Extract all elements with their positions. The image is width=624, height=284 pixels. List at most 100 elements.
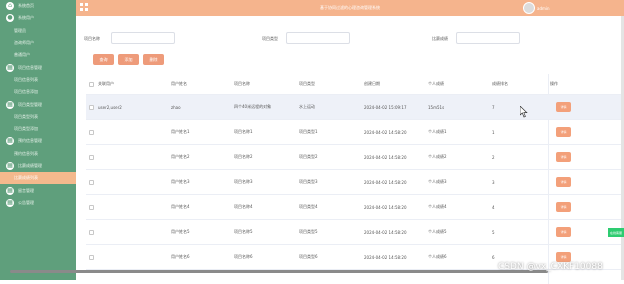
column-header: 关联用户: [98, 81, 114, 86]
score-label: 比赛成绩: [432, 36, 448, 41]
table-cell: 2024-04-02 14:58:20: [364, 154, 407, 160]
row-checkbox[interactable]: [89, 255, 94, 260]
floating-chat-button[interactable]: 在线客服: [608, 228, 624, 237]
detail-button[interactable]: 详情: [556, 127, 571, 137]
grid-icon: ▦: [6, 137, 14, 146]
row-checkbox[interactable]: [89, 155, 94, 160]
main-content: 项目名称 项目类型 比赛成绩 查询 添加 删除 关联用户 用户姓名 项目名称 项目类型…: [76, 16, 624, 284]
sidebar-item[interactable]: 项目类型列表: [0, 111, 76, 123]
column-header: 用户姓名: [171, 81, 187, 86]
project-name-input[interactable]: [111, 32, 175, 44]
user-icon: ●: [6, 14, 14, 23]
sidebar-item-label: 管理员: [14, 27, 26, 33]
column-header: 成绩排名: [492, 81, 508, 86]
table-cell: 项目名称2: [234, 154, 253, 159]
table-cell: 15m51s: [428, 104, 445, 110]
table-row[interactable]: 用户姓名3 项目名称3 项目类型3 2024-04-02 14:58:20 个人成绩3 3…: [86, 170, 624, 195]
column-header: 项目名称: [234, 81, 250, 86]
table-cell: 项目名称1: [234, 129, 253, 134]
table-header: 关联用户 用户姓名 项目名称 项目类型 创建日期 个人成绩 成绩排名 操作: [86, 74, 624, 95]
user-name[interactable]: admin: [537, 6, 550, 11]
sidebar-item[interactable]: ▦ 比赛成绩管理: [0, 160, 76, 172]
table-cell: 水上运动: [299, 104, 315, 109]
grid-icon: ▦: [6, 63, 14, 72]
table-cell: 项目类型5: [299, 229, 318, 234]
sidebar-item[interactable]: 项目信息添加: [0, 86, 76, 98]
table-cell: 个人成绩1: [428, 129, 447, 134]
sidebar-item-label: 咨询师用户: [14, 40, 34, 46]
top-bar: 基于协同过滤的心理咨询管理系统 admin: [76, 0, 624, 16]
table-row[interactable]: 用户姓名5 项目名称5 项目类型5 2024-04-02 14:58:20 个人成绩5 5…: [86, 220, 624, 245]
detail-button[interactable]: 详情: [556, 227, 571, 237]
mouse-cursor-icon: [520, 106, 528, 118]
detail-button[interactable]: 详情: [556, 202, 571, 212]
sidebar-item-label: 普通用户: [14, 52, 30, 58]
grid-icon: ▦: [6, 186, 14, 195]
sidebar-item[interactable]: 项目信息列表: [0, 74, 76, 86]
column-header: 项目类型: [299, 81, 315, 86]
table-cell: 项目类型1: [299, 129, 318, 134]
table-cell: 2024-04-02 15:09:17: [364, 104, 407, 110]
sidebar-item[interactable]: ▦ 项目信息管理: [0, 61, 76, 73]
sidebar-item-label: 系统首页: [18, 3, 34, 9]
table-row[interactable]: 用户姓名4 项目名称4 项目类型4 2024-04-02 14:58:20 个人成绩4 4…: [86, 195, 624, 220]
table-cell: 项目类型3: [299, 179, 318, 184]
table-cell: 用户姓名4: [171, 204, 190, 209]
table-cell: 项目名称3: [234, 179, 253, 184]
sidebar-item[interactable]: ▦ 预约信息管理: [0, 135, 76, 147]
table-cell: 2024-04-02 14:58:20: [364, 179, 407, 185]
table-cell: 2024-04-02 14:58:20: [364, 129, 407, 135]
row-checkbox[interactable]: [89, 205, 94, 210]
detail-button[interactable]: 详情: [556, 252, 571, 262]
row-checkbox[interactable]: [89, 105, 94, 110]
table-cell: 2: [492, 154, 495, 160]
grid-icon: ▦: [6, 100, 14, 109]
search-button[interactable]: 查询: [93, 54, 114, 65]
table-cell: 用户姓名5: [171, 229, 190, 234]
horizontal-scrollbar[interactable]: [10, 270, 548, 273]
sidebar-item-label: 公告管理: [18, 199, 34, 205]
sidebar-item[interactable]: ▦ 留言管理: [0, 184, 76, 196]
table-cell: 项目名称5: [234, 229, 253, 234]
sidebar-item[interactable]: 普通用户: [0, 49, 76, 61]
sidebar-item[interactable]: 管理员: [0, 25, 76, 37]
sidebar-item-label: 项目类型管理: [18, 101, 42, 107]
grid-icon: ▦: [6, 162, 14, 170]
sidebar-item[interactable]: 预约信息列表: [0, 148, 76, 160]
detail-button[interactable]: 详情: [556, 102, 571, 112]
table-cell: 项目类型2: [299, 154, 318, 159]
detail-button[interactable]: 详情: [556, 177, 571, 187]
table-cell: 个人成绩5: [428, 229, 447, 234]
row-checkbox[interactable]: [89, 130, 94, 135]
table-row[interactable]: user2,user2 zhao 四个40米远程的对象 水上运动 2024-04-02 …: [86, 95, 624, 120]
delete-button[interactable]: 删除: [143, 54, 164, 65]
sidebar-item-label: 预约信息管理: [18, 138, 42, 144]
table-cell: 5: [492, 229, 495, 235]
select-all-checkbox[interactable]: [89, 82, 94, 87]
project-type-label: 项目类型: [262, 36, 278, 41]
project-type-input[interactable]: [286, 32, 350, 44]
sidebar-item-label: 项目信息列表: [14, 76, 38, 82]
score-input[interactable]: [456, 32, 520, 44]
sidebar-item[interactable]: ⌂ 系统首页: [0, 0, 76, 12]
avatar[interactable]: [523, 2, 535, 14]
project-name-label: 项目名称: [84, 36, 100, 41]
sidebar-item-label: 留言管理: [18, 187, 34, 193]
sidebar-item[interactable]: 比赛成绩列表: [0, 172, 76, 185]
table-row[interactable]: 用户姓名1 项目名称1 项目类型1 2024-04-02 14:58:20 个人成绩1 1…: [86, 120, 624, 145]
row-checkbox[interactable]: [89, 180, 94, 185]
sidebar-item[interactable]: 咨询师用户: [0, 37, 76, 49]
column-header: 操作: [550, 81, 558, 86]
sidebar-item[interactable]: ▦ 项目类型管理: [0, 98, 76, 110]
table-cell: 2024-04-02 14:58:20: [364, 229, 407, 235]
row-checkbox[interactable]: [89, 230, 94, 235]
table-cell: 个人成绩3: [428, 179, 447, 184]
sidebar-item[interactable]: ● 系统用户: [0, 12, 76, 24]
detail-button[interactable]: 详情: [556, 152, 571, 162]
add-button[interactable]: 添加: [118, 54, 139, 65]
sidebar-item[interactable]: ▦ 公告管理: [0, 197, 76, 209]
sidebar-item-label: 项目类型列表: [14, 113, 38, 119]
table-row[interactable]: 用户姓名2 项目名称2 项目类型2 2024-04-02 14:58:20 个人成绩2 2…: [86, 145, 624, 170]
sidebar-item[interactable]: 项目类型添加: [0, 123, 76, 135]
table-cell: 1: [492, 129, 495, 135]
